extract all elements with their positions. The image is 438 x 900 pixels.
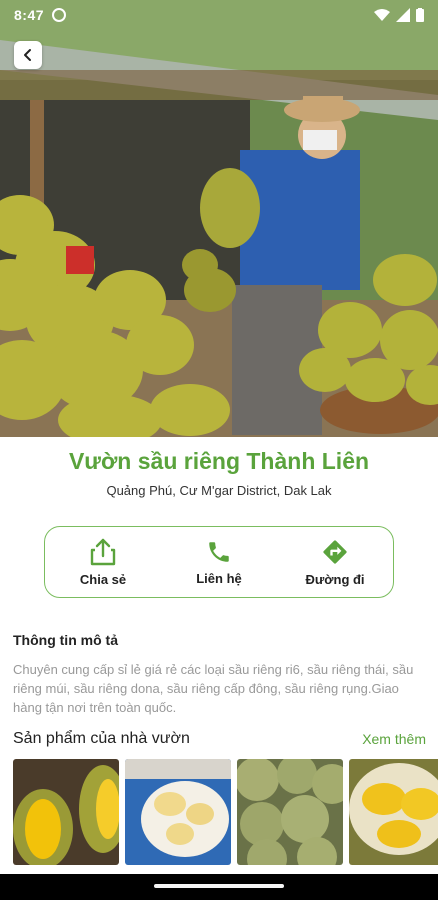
share-icon bbox=[90, 538, 116, 565]
hero-image bbox=[0, 0, 438, 437]
directions-button[interactable]: Đường đi bbox=[277, 527, 393, 597]
see-more-link[interactable]: Xem thêm bbox=[362, 731, 426, 747]
product-image bbox=[349, 759, 438, 865]
product-list bbox=[13, 759, 438, 865]
share-button[interactable]: Chia sẻ bbox=[45, 527, 161, 597]
battery-icon bbox=[416, 8, 424, 22]
wifi-icon bbox=[374, 9, 390, 21]
contact-button[interactable]: Liên hệ bbox=[161, 527, 277, 597]
phone-icon bbox=[209, 541, 229, 562]
product-image bbox=[13, 759, 119, 865]
action-panel: Chia sẻ Liên hệ Đường đi bbox=[44, 526, 394, 598]
directions-icon bbox=[323, 539, 347, 564]
product-card[interactable] bbox=[237, 759, 343, 865]
status-time: 8:47 bbox=[14, 7, 45, 23]
chevron-left-icon bbox=[24, 49, 31, 61]
product-card[interactable] bbox=[349, 759, 438, 865]
contact-label: Liên hệ bbox=[196, 570, 242, 586]
product-image bbox=[237, 759, 343, 865]
share-label: Chia sẻ bbox=[79, 571, 127, 587]
products-title: Sản phẩm của nhà vườn bbox=[13, 730, 190, 747]
product-card[interactable] bbox=[125, 759, 231, 865]
camera-circle-icon bbox=[52, 8, 67, 22]
description-title: Thông tin mô tả bbox=[13, 632, 118, 648]
product-image bbox=[125, 759, 231, 865]
directions-label: Đường đi bbox=[305, 571, 365, 587]
status-bar: 8:47 bbox=[0, 0, 438, 30]
product-card[interactable] bbox=[13, 759, 119, 865]
description-text: Chuyên cung cấp sỉ lẻ giá rẻ các loại sầ… bbox=[13, 662, 414, 715]
durian-garden-photo bbox=[0, 0, 438, 437]
back-button[interactable] bbox=[14, 41, 42, 69]
home-indicator[interactable] bbox=[154, 884, 284, 888]
garden-name: Vườn sầu riêng Thành Liên bbox=[68, 448, 370, 474]
garden-address: Quảng Phú, Cư M'gar District, Dak Lak bbox=[106, 483, 332, 498]
signal-icon bbox=[396, 8, 410, 22]
